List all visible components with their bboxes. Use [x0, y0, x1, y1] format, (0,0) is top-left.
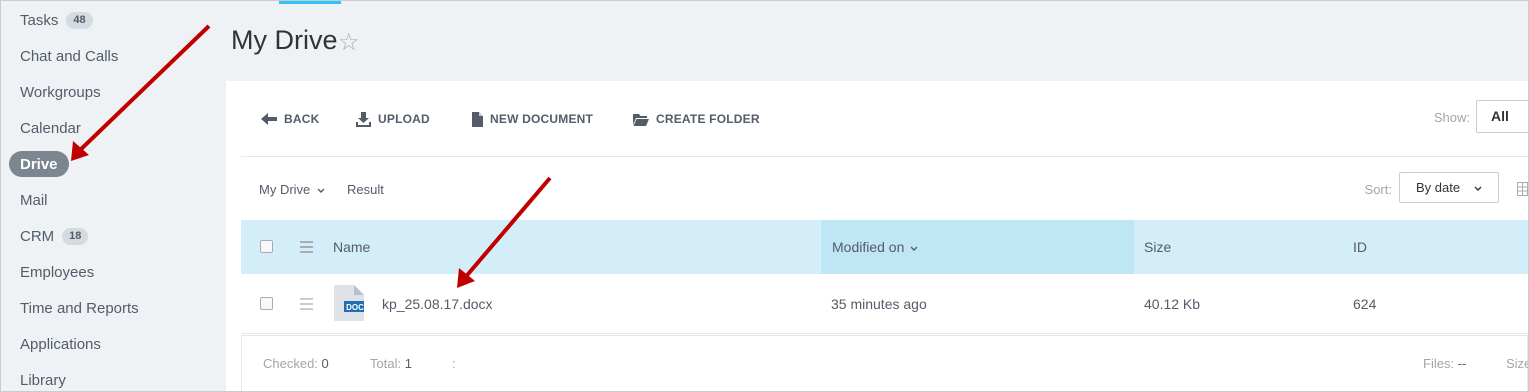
total-value: 1: [404, 356, 412, 371]
upload-icon: [356, 111, 371, 127]
sidebar-item-label: CRM: [20, 227, 55, 245]
filter-row: My Drive Result Sort: By date: [241, 158, 1528, 220]
document-icon: [472, 111, 483, 127]
chevron-down-icon: [910, 246, 918, 251]
checked-count: Checked: 0: [263, 356, 329, 371]
files-value: --: [1457, 356, 1467, 371]
column-header-name[interactable]: Name: [333, 239, 370, 255]
docx-file-icon: DOC: [334, 285, 364, 321]
checked-value: 0: [321, 356, 329, 371]
sidebar-item-library[interactable]: Library: [9, 367, 77, 391]
back-button[interactable]: BACK: [261, 109, 319, 129]
window-frame: Tasks 48 Chat and Calls Workgroups Calen…: [0, 0, 1529, 392]
sidebar-item-label: Drive: [20, 155, 58, 173]
row-menu-icon[interactable]: [300, 298, 313, 313]
sort-select[interactable]: By date: [1399, 172, 1499, 203]
sidebar-item-tasks[interactable]: Tasks 48: [9, 7, 104, 33]
upload-button[interactable]: UPLOAD: [356, 109, 430, 129]
sidebar-item-label: Library: [20, 371, 66, 389]
breadcrumb-my-drive[interactable]: My Drive: [259, 182, 325, 197]
page-title: My Drive: [231, 25, 338, 55]
show-filter-label: Show:: [1433, 110, 1470, 125]
table-footer: Checked: 0 Total: 1 : Files: -- Size: [241, 335, 1528, 391]
files-label[interactable]: Files:: [1423, 356, 1454, 371]
active-tab-indicator: [279, 1, 341, 4]
toolbar: BACK UPLOAD NEW DOCUMENT CREATE FOLDER S…: [241, 81, 1528, 157]
sidebar-item-label: Calendar: [20, 119, 81, 137]
breadcrumb-label: My Drive: [259, 182, 311, 197]
file-size-value: 40.12 Kb: [1144, 296, 1201, 312]
sidebar-item-label: Chat and Calls: [20, 47, 119, 65]
tasks-count-badge: 48: [66, 11, 93, 29]
show-filter-select[interactable]: All: [1476, 100, 1528, 133]
sidebar-item-mail[interactable]: Mail: [9, 187, 59, 213]
sidebar-item-label: Employees: [20, 263, 95, 281]
sort-value: By date: [1416, 180, 1461, 195]
main-content: BACK UPLOAD NEW DOCUMENT CREATE FOLDER S…: [226, 81, 1528, 391]
column-header-modified[interactable]: Modified on: [832, 239, 918, 255]
size-summary-label[interactable]: Size: [1506, 356, 1528, 371]
file-name-link[interactable]: kp_25.08.17.docx: [382, 296, 493, 312]
file-id-value: 624: [1353, 296, 1377, 312]
grid-view-icon[interactable]: [1517, 182, 1529, 196]
sidebar-item-crm[interactable]: CRM 18: [9, 223, 99, 249]
sidebar-item-label: Mail: [20, 191, 48, 209]
files-count[interactable]: Files: --: [1423, 356, 1466, 371]
sidebar-item-label: Applications: [20, 335, 101, 353]
sort-label: Sort:: [1364, 182, 1392, 197]
new-document-button[interactable]: NEW DOCUMENT: [472, 109, 593, 129]
table-row[interactable]: DOC kp_25.08.17.docx 35 minutes ago 40.1…: [241, 274, 1528, 334]
star-outline-icon[interactable]: ☆: [338, 28, 360, 57]
sidebar-item-label: Time and Reports: [20, 299, 139, 317]
total-count: Total: 1: [370, 356, 412, 371]
breadcrumb-result[interactable]: Result: [347, 182, 384, 197]
sidebar-item-applications[interactable]: Applications: [9, 331, 112, 357]
file-type-label: DOC: [346, 303, 364, 312]
sidebar: Tasks 48 Chat and Calls Workgroups Calen…: [1, 1, 226, 391]
create-folder-button[interactable]: CREATE FOLDER: [633, 109, 760, 129]
sidebar-item-label: Workgroups: [20, 83, 101, 101]
back-button-label: BACK: [284, 112, 320, 126]
total-label: Total:: [370, 356, 402, 371]
folder-icon: [633, 113, 649, 126]
new-document-button-label: NEW DOCUMENT: [490, 112, 594, 126]
footer-separator: :: [452, 356, 456, 371]
crm-count-badge: 18: [62, 227, 89, 245]
table-header: Name Modified on Size ID: [241, 220, 1528, 274]
sidebar-item-calendar[interactable]: Calendar: [9, 115, 92, 141]
column-settings-icon[interactable]: [300, 241, 313, 256]
row-checkbox[interactable]: [260, 297, 273, 310]
column-header-id[interactable]: ID: [1353, 239, 1367, 255]
chevron-down-icon: [1474, 186, 1482, 191]
sidebar-item-time-and-reports[interactable]: Time and Reports: [9, 295, 150, 321]
sidebar-item-drive[interactable]: Drive: [9, 151, 69, 177]
file-modified-value: 35 minutes ago: [831, 296, 927, 312]
create-folder-button-label: CREATE FOLDER: [656, 112, 760, 126]
column-header-size[interactable]: Size: [1144, 239, 1171, 255]
sidebar-item-employees[interactable]: Employees: [9, 259, 105, 285]
chevron-down-icon: [317, 188, 325, 193]
sidebar-item-workgroups[interactable]: Workgroups: [9, 79, 112, 105]
sidebar-item-label: Tasks: [20, 11, 59, 29]
column-header-modified-label: Modified on: [832, 239, 905, 255]
upload-button-label: UPLOAD: [378, 112, 430, 126]
select-all-checkbox[interactable]: [260, 240, 273, 253]
show-filter-value: All: [1491, 108, 1509, 124]
sidebar-item-chat-and-calls[interactable]: Chat and Calls: [9, 43, 129, 69]
checked-label: Checked:: [263, 356, 318, 371]
page-header: My Drive ☆: [226, 1, 1528, 81]
arrow-left-icon: [261, 113, 277, 125]
